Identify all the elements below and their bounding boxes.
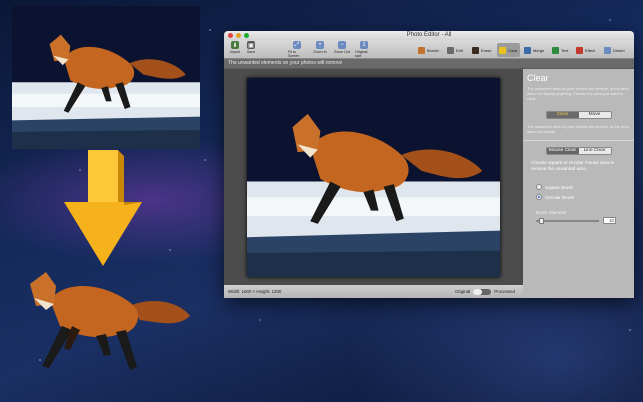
clear-mode-button[interactable]: Clear: [546, 112, 579, 118]
image-size-label: Width: 1600 × Height: 1200: [228, 289, 282, 294]
erase-icon: [472, 46, 479, 54]
square-brush-option[interactable]: Square Brush: [536, 184, 630, 190]
brush-diameter-slider[interactable]: [536, 217, 599, 224]
circular-brush-radio[interactable]: [536, 194, 542, 200]
panel-description: The unwanted area on your photos will re…: [527, 86, 629, 101]
save-icon: ▣: [247, 41, 255, 49]
window-title: Photo Editor - All: [406, 32, 452, 38]
tab-effect[interactable]: Effect: [576, 45, 595, 55]
photo-editor-window: Photo Editor - All ⬇ Import ▣ Save ⤢ Fit…: [224, 31, 634, 298]
merge-icon: [524, 46, 531, 54]
title-bar: Photo Editor - All: [224, 31, 634, 40]
zoom-out-button[interactable]: − Zoom Out: [333, 41, 351, 54]
mouse-clear-tab[interactable]: Mouse Clear: [546, 148, 579, 154]
tab-distort[interactable]: Distort: [604, 45, 625, 55]
import-icon: ⬇: [231, 41, 239, 49]
panel-title: Clear: [527, 73, 549, 83]
minimize-window-button[interactable]: [236, 33, 241, 38]
fox-cutout-result: [12, 258, 192, 393]
original-size-button[interactable]: 1 Original size: [355, 41, 373, 58]
original-size-icon: 1: [360, 41, 368, 49]
tab-edit[interactable]: Edit: [447, 45, 463, 55]
border-icon: [418, 46, 425, 54]
brush-description: Choose square or circular mouse area to …: [531, 160, 615, 171]
hint-bar: The unwanted elements on your photos wil…: [224, 59, 634, 68]
mode-description: The unwanted area on your photos will re…: [527, 124, 629, 134]
tab-clear[interactable]: Clear: [497, 43, 520, 57]
tab-erase[interactable]: Erase: [472, 45, 491, 55]
zoom-in-button[interactable]: + Zoom In: [311, 41, 329, 54]
editing-fox-photo[interactable]: [247, 78, 500, 277]
slider-thumb[interactable]: [539, 217, 544, 224]
toggle-track[interactable]: [473, 288, 492, 295]
text-icon: [552, 46, 559, 54]
down-arrow-icon: [62, 150, 142, 266]
panel-divider: [523, 140, 634, 141]
square-brush-radio[interactable]: [536, 184, 542, 190]
circular-brush-option[interactable]: Circular Brush: [536, 194, 630, 200]
line-clear-tab[interactable]: Line Clear: [578, 148, 611, 154]
original-fox-photo: [12, 6, 200, 149]
original-processed-toggle[interactable]: Original Processed: [455, 288, 515, 295]
effect-icon: [576, 46, 583, 54]
status-bar: Width: 1600 × Height: 1200 Original Proc…: [224, 285, 523, 298]
tab-border[interactable]: Border: [418, 45, 439, 55]
clear-type-segmented: Mouse Clear Line Clear: [545, 147, 612, 155]
photo-canvas[interactable]: [224, 69, 523, 285]
zoom-out-icon: −: [338, 41, 346, 49]
clear-icon: [499, 46, 506, 54]
distort-icon: [604, 46, 611, 54]
tab-text[interactable]: Text: [552, 45, 568, 55]
clear-panel: Clear The unwanted area on your photos w…: [523, 69, 634, 298]
tab-merge[interactable]: Merge: [524, 45, 544, 55]
brush-diameter-label: Brush Diameter: [536, 210, 567, 215]
fit-to-screen-button[interactable]: ⤢ Fit to Screen: [288, 41, 306, 58]
zoom-window-button[interactable]: [244, 33, 249, 38]
close-window-button[interactable]: [228, 33, 233, 38]
toolbar: ⬇ Import ▣ Save ⤢ Fit to Screen + Zoom I…: [224, 40, 634, 59]
save-button[interactable]: ▣ Save: [242, 41, 260, 54]
zoom-in-icon: +: [316, 41, 324, 49]
edit-icon: [447, 46, 454, 54]
clear-move-segmented: Clear Move: [545, 111, 612, 119]
fit-icon: ⤢: [293, 41, 301, 49]
brush-diameter-input[interactable]: 10: [603, 217, 616, 224]
move-mode-button[interactable]: Move: [578, 112, 611, 118]
